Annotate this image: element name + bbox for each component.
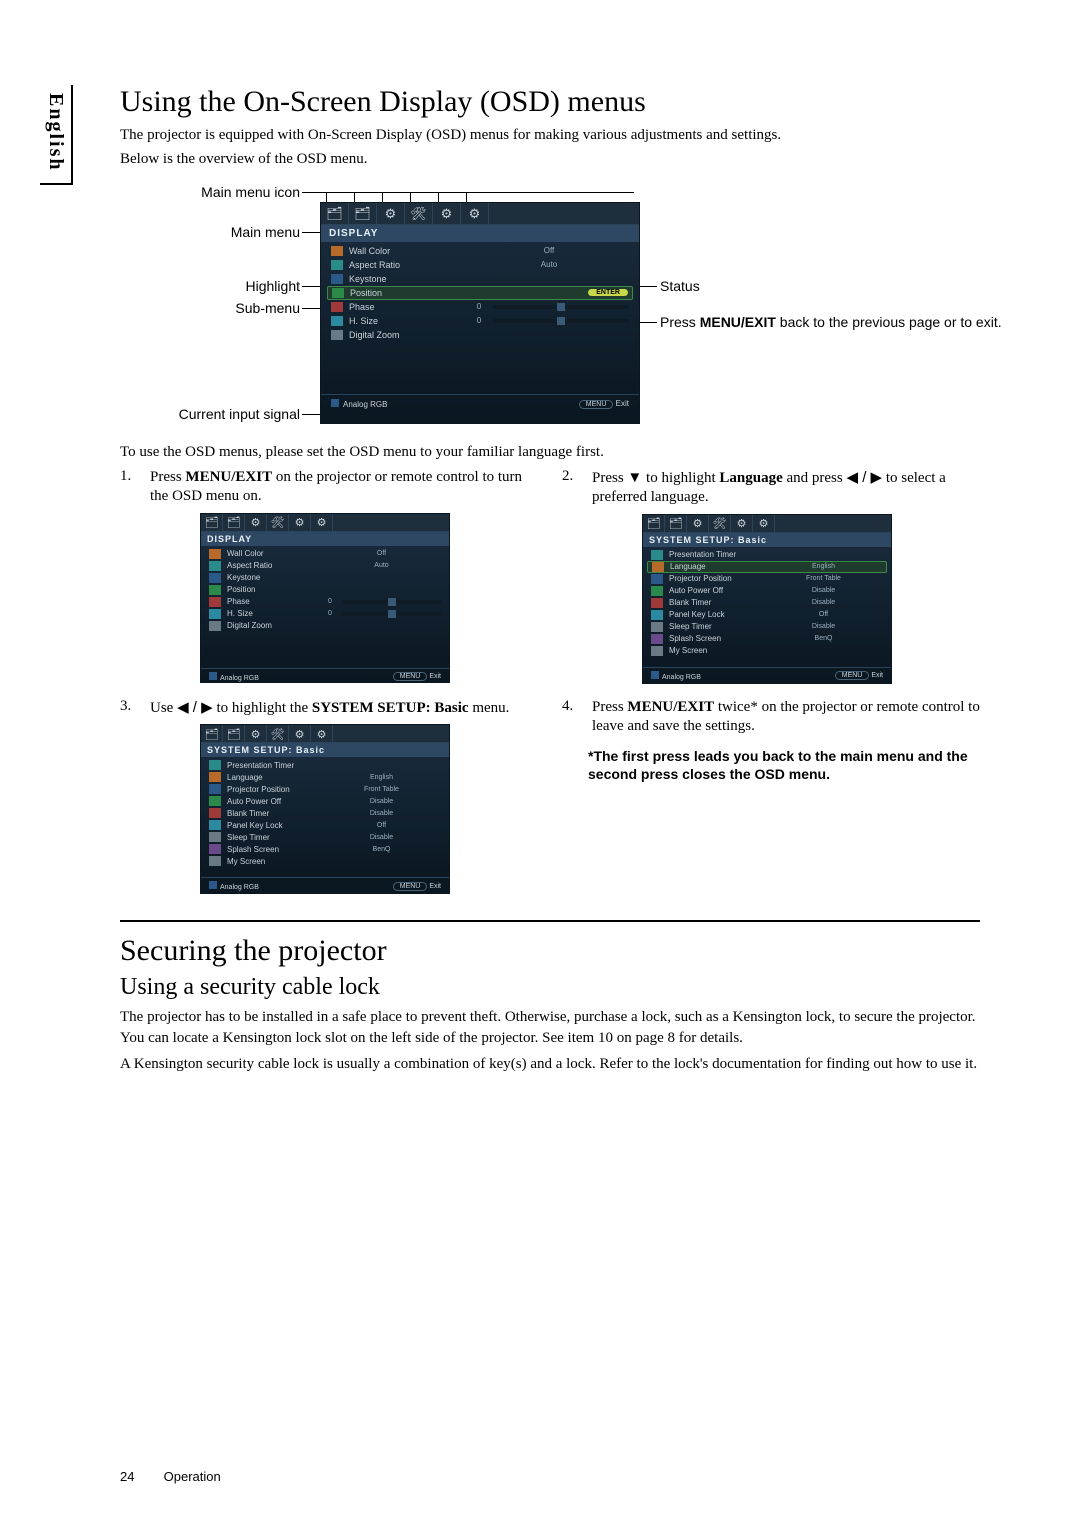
step-text: Press MENU/EXIT twice* on the projector … xyxy=(592,698,980,737)
label-main-menu: Main menu xyxy=(120,224,300,240)
label-status: Status xyxy=(660,278,700,294)
osd-row-value: Off xyxy=(469,246,629,255)
osd-footer-exit: Exit xyxy=(616,399,629,408)
steps-grid: 1. Press MENU/EXIT on the projector or r… xyxy=(120,468,980,923)
osd-tab-icon: 🗂 xyxy=(223,514,245,532)
osd-screenshot-main: 🗂 🗂 ⚙ 🛠 ⚙ ⚙ DISPLAY Wall ColorOff Aspect… xyxy=(320,202,640,424)
secure-para-2: A Kensington security cable lock is usua… xyxy=(120,1054,980,1074)
osd-tab-icon: 🗂 xyxy=(321,203,349,225)
secure-para-1: The projector has to be installed in a s… xyxy=(120,1007,980,1048)
step-text: Use ◀ / ▶ to highlight the SYSTEM SETUP:… xyxy=(150,698,538,719)
press-pre: Press xyxy=(660,314,700,330)
osd-row-value: 0 xyxy=(469,316,489,325)
osd-body: Wall ColorOff Aspect RatioAuto Keystone … xyxy=(321,242,639,344)
osd-screenshot-step1: 🗂 🗂 ⚙ 🛠 ⚙ ⚙ DISPLAY Wall ColorOff Aspect… xyxy=(200,513,450,683)
right-arrow-icon: ▶ xyxy=(201,699,213,716)
osd-row-label: Aspect Ratio xyxy=(349,260,469,270)
osd-tab-icon: ⚙ xyxy=(433,203,461,225)
left-arrow-icon: ◀ xyxy=(846,469,858,486)
heading-osd: Using the On-Screen Display (OSD) menus xyxy=(120,85,980,119)
osd-screenshot-step3: 🗂🗂⚙🛠⚙⚙ SYSTEM SETUP: Basic Presentation … xyxy=(200,724,450,894)
osd-tabbar: 🗂 🗂 ⚙ 🛠 ⚙ ⚙ xyxy=(321,203,639,225)
left-arrow-icon: ◀ xyxy=(177,699,189,716)
step-text: Press MENU/EXIT on the projector or remo… xyxy=(150,468,538,507)
section-name: Operation xyxy=(164,1469,221,1484)
osd-tab-icon: ⚙ xyxy=(461,203,489,225)
page-footer: 24 Operation xyxy=(120,1469,221,1484)
label-current-input: Current input signal xyxy=(120,406,300,422)
menu-pill: MENU xyxy=(579,400,614,409)
after-diagram-para: To use the OSD menus, please set the OSD… xyxy=(120,442,980,462)
osd-row-label: Position xyxy=(350,288,470,298)
intro-para-2: Below is the overview of the OSD menu. xyxy=(120,149,980,169)
osd-row-value: 0 xyxy=(469,302,489,311)
osd-tab-icon: 🗂 xyxy=(349,203,377,225)
step-number: 2. xyxy=(562,468,588,485)
osd-row-label: H. Size xyxy=(349,316,469,326)
osd-tab-icon: ⚙ xyxy=(377,203,405,225)
osd-tab-icon: 🛠 xyxy=(405,203,433,225)
enter-pill: ENTER xyxy=(588,289,628,296)
osd-row-label: Phase xyxy=(349,302,469,312)
osd-row-label: Wall Color xyxy=(349,246,469,256)
label-sub-menu: Sub-menu xyxy=(120,300,300,316)
osd-screenshot-step2: 🗂🗂⚙🛠⚙⚙ SYSTEM SETUP: Basic Presentation … xyxy=(642,514,892,684)
step-number: 4. xyxy=(562,698,588,715)
page-number: 24 xyxy=(120,1469,160,1484)
language-tab: English xyxy=(40,85,73,185)
step-number: 1. xyxy=(120,468,146,485)
heading-cable-lock: Using a security cable lock xyxy=(120,974,980,1001)
press-post: back to the previous page or to exit. xyxy=(776,314,1002,330)
osd-row-value: Auto xyxy=(469,260,629,269)
label-press-menu-exit: Press MENU/EXIT back to the previous pag… xyxy=(660,314,870,332)
label-main-menu-icon: Main menu icon xyxy=(120,184,300,200)
slider-icon xyxy=(493,305,629,309)
osd-row-label: Keystone xyxy=(349,274,469,284)
osd-footer-input: Analog RGB xyxy=(331,399,387,409)
down-arrow-icon: ▼ xyxy=(627,469,642,486)
label-highlight: Highlight xyxy=(120,278,300,294)
step-number: 3. xyxy=(120,698,146,715)
osd-tab-icon: 🗂 xyxy=(201,514,223,532)
step-text: Press ▼ to highlight Language and press … xyxy=(592,468,980,508)
heading-securing: Securing the projector xyxy=(120,934,980,968)
osd-main-title: DISPLAY xyxy=(321,225,639,242)
osd-tab-icon: ⚙ xyxy=(311,514,333,532)
osd-tab-icon: ⚙ xyxy=(245,514,267,532)
step4-note: *The first press leads you back to the m… xyxy=(588,747,980,783)
osd-tab-icon: ⚙ xyxy=(289,514,311,532)
osd-annotated-diagram: Main menu icon Main menu Highlight Sub-m… xyxy=(120,178,960,438)
osd-row-label: Digital Zoom xyxy=(349,330,469,340)
intro-para-1: The projector is equipped with On-Screen… xyxy=(120,125,980,145)
slider-icon xyxy=(493,319,629,323)
right-arrow-icon: ▶ xyxy=(871,469,883,486)
press-bold: MENU/EXIT xyxy=(700,314,776,330)
osd-title: DISPLAY xyxy=(201,532,449,546)
osd-tab-icon: 🛠 xyxy=(267,514,289,532)
